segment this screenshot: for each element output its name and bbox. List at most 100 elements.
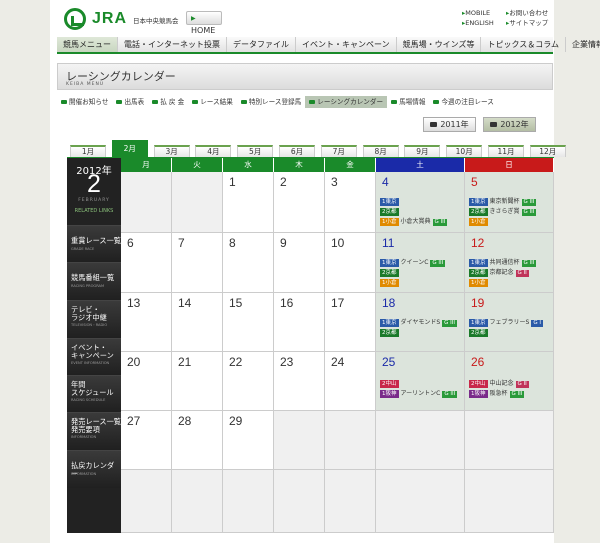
race-name[interactable]: 京都記念 xyxy=(490,269,514,276)
gnav-item-keiba-menu[interactable]: 競馬メニュー xyxy=(57,37,118,52)
util-link-english[interactable]: ▸ENGLISH xyxy=(462,18,494,28)
month-tab-7[interactable]: 7月 xyxy=(320,145,357,157)
race-event[interactable]: 2京都 京都記念 G II xyxy=(469,269,529,277)
gnav-item-racecourse[interactable]: 競馬場・ウインズ等 xyxy=(397,37,482,52)
sidebar-link-0[interactable]: 重賞レース一覧 GRADE RACE xyxy=(67,225,121,262)
calendar-day-cell[interactable]: 6 xyxy=(121,233,172,293)
subnav-item-featured[interactable]: 今週の注目レース xyxy=(429,96,497,108)
race-event[interactable]: 2中山 xyxy=(380,380,401,388)
race-name[interactable]: ダイヤモンドS xyxy=(401,319,441,326)
gnav-item-vote[interactable]: 電話・インターネット投票 xyxy=(118,37,227,52)
race-event[interactable]: 1東京 ダイヤモンドS G III xyxy=(380,319,458,327)
subnav-item-notice[interactable]: 開催お知らせ xyxy=(57,96,112,108)
year-button-2011[interactable]: 2011年 xyxy=(423,117,476,132)
race-event[interactable]: 1東京 東京新聞杯 G III xyxy=(469,198,537,206)
subnav-item-track[interactable]: 馬場情報 xyxy=(387,96,429,108)
calendar-day-cell[interactable]: 7 xyxy=(172,233,223,293)
jra-logo-icon[interactable] xyxy=(64,8,86,30)
race-event[interactable]: 1東京 共同通信杯 G III xyxy=(469,259,537,267)
calendar-day-cell[interactable]: 20 xyxy=(121,352,172,411)
calendar-day-cell[interactable]: 14 xyxy=(172,293,223,352)
race-event[interactable]: 1小倉 xyxy=(469,218,490,226)
month-tab-12[interactable]: 12月 xyxy=(529,145,566,157)
calendar-day-cell[interactable]: 4 1東京 2京都 1小倉 小倉大賞典 G III xyxy=(376,172,465,233)
race-event[interactable]: 2京都 きさらぎ賞 G III xyxy=(469,208,537,216)
calendar-day-cell[interactable]: 22 xyxy=(223,352,274,411)
sidebar-link-5[interactable]: 発売レース一覧 発売要項 INFORMATION xyxy=(67,412,121,450)
calendar-day-cell[interactable]: 5 1東京 東京新聞杯 G III 2京都 きさらぎ賞 G III 1小倉 xyxy=(465,172,554,233)
home-button[interactable]: ▶ HOME xyxy=(186,11,222,35)
race-event[interactable]: 1東京 クイーンC G III xyxy=(380,259,446,267)
gnav-item-event[interactable]: イベント・キャンペーン xyxy=(296,37,397,52)
calendar-day-cell[interactable]: 27 xyxy=(121,411,172,470)
sidebar-link-3[interactable]: イベント・ キャンペーン EVENT INFORMATION xyxy=(67,338,121,375)
race-name[interactable]: 中山記念 xyxy=(490,380,514,387)
year-button-2012[interactable]: 2012年 xyxy=(483,117,536,132)
race-event[interactable]: 1阪神 アーリントンC G III xyxy=(380,390,458,398)
sidebar-link-1[interactable]: 競馬番組一覧 RACING PROGRAM xyxy=(67,262,121,300)
sidebar-link-2[interactable]: テレビ・ ラジオ中継 TELEVISION・RADIO xyxy=(67,300,121,338)
month-tab-6[interactable]: 6月 xyxy=(279,145,315,157)
month-tab-5[interactable]: 5月 xyxy=(237,145,274,157)
month-tab-2[interactable]: 2月 xyxy=(111,140,148,157)
race-name[interactable]: 東京新聞杯 xyxy=(490,198,520,205)
sidebar-link-6[interactable]: 払戻カレンダー INFORMATION xyxy=(67,450,121,488)
race-event[interactable]: 2京都 xyxy=(380,329,401,337)
calendar-day-cell[interactable]: 9 xyxy=(274,233,325,293)
month-tab-11[interactable]: 11月 xyxy=(488,145,524,157)
race-name[interactable]: クイーンC xyxy=(401,259,429,266)
calendar-day-cell[interactable]: 29 xyxy=(223,411,274,470)
calendar-day-cell[interactable]: 25 2中山 1阪神 アーリントンC G III xyxy=(376,352,465,411)
subnav-item-payout[interactable]: 払 戻 金 xyxy=(148,96,188,108)
calendar-day-cell[interactable]: 17 xyxy=(325,293,376,352)
month-tab-10[interactable]: 10月 xyxy=(446,145,483,157)
calendar-day-cell[interactable]: 3 xyxy=(325,172,376,233)
util-link-sitemap[interactable]: ▸サイトマップ xyxy=(506,18,548,28)
race-event[interactable]: 1阪神 阪急杯 G III xyxy=(469,390,525,398)
calendar-day-cell[interactable]: 19 1東京 フェブラリーS G I 2京都 xyxy=(465,293,554,352)
calendar-day-cell[interactable]: 12 1東京 共同通信杯 G III 2京都 京都記念 G II 1小倉 xyxy=(465,233,554,293)
calendar-day-cell[interactable]: 1 xyxy=(223,172,274,233)
race-event[interactable]: 2京都 xyxy=(380,208,401,216)
subnav-item-results[interactable]: レース結果 xyxy=(188,96,237,108)
race-name[interactable]: 共同通信杯 xyxy=(490,259,520,266)
subnav-item-entries[interactable]: 出馬表 xyxy=(112,96,148,108)
race-event[interactable]: 2中山 中山記念 G II xyxy=(469,380,529,388)
race-event[interactable]: 1小倉 xyxy=(469,279,490,287)
calendar-day-cell[interactable]: 28 xyxy=(172,411,223,470)
gnav-item-topics[interactable]: トピックス＆コラム xyxy=(481,37,566,52)
race-name[interactable]: 小倉大賞典 xyxy=(401,218,431,225)
util-link-contact[interactable]: ▸お問い合わせ xyxy=(506,8,548,18)
month-tab-9[interactable]: 9月 xyxy=(404,145,441,157)
calendar-day-cell[interactable]: 21 xyxy=(172,352,223,411)
logo-text[interactable]: JRA xyxy=(92,10,127,28)
subnav-item-calendar[interactable]: レーシングカレンダー xyxy=(305,96,388,108)
calendar-day-cell[interactable]: 2 xyxy=(274,172,325,233)
gnav-item-datafile[interactable]: データファイル xyxy=(227,37,296,52)
gnav-item-company[interactable]: 企業情報 xyxy=(566,37,600,52)
month-tab-3[interactable]: 3月 xyxy=(153,145,190,157)
calendar-day-cell[interactable]: 8 xyxy=(223,233,274,293)
sidebar-link-4[interactable]: 年間 スケジュール RACING SCHEDULE xyxy=(67,375,121,412)
race-name[interactable]: きさらぎ賞 xyxy=(490,208,520,215)
race-name[interactable]: フェブラリーS xyxy=(490,319,530,326)
calendar-day-cell[interactable]: 24 xyxy=(325,352,376,411)
calendar-day-cell[interactable]: 16 xyxy=(274,293,325,352)
race-event[interactable]: 1小倉 小倉大賞典 G III xyxy=(380,218,448,226)
calendar-day-cell[interactable]: 10 xyxy=(325,233,376,293)
month-tab-1[interactable]: 1月 xyxy=(70,145,106,157)
race-event[interactable]: 1東京 xyxy=(380,198,401,206)
subnav-item-special-entries[interactable]: 特別レース登録馬 xyxy=(237,96,305,108)
race-name[interactable]: 阪急杯 xyxy=(490,390,508,397)
calendar-day-cell[interactable]: 18 1東京 ダイヤモンドS G III 2京都 xyxy=(376,293,465,352)
race-event[interactable]: 2京都 xyxy=(469,329,490,337)
month-tab-8[interactable]: 8月 xyxy=(362,145,399,157)
calendar-day-cell[interactable]: 15 xyxy=(223,293,274,352)
calendar-day-cell[interactable]: 13 xyxy=(121,293,172,352)
race-event[interactable]: 2京都 xyxy=(380,269,401,277)
race-name[interactable]: アーリントンC xyxy=(401,390,441,397)
calendar-day-cell[interactable]: 23 xyxy=(274,352,325,411)
month-tab-4[interactable]: 4月 xyxy=(195,145,232,157)
calendar-day-cell[interactable]: 26 2中山 中山記念 G II 1阪神 阪急杯 G III xyxy=(465,352,554,411)
race-event[interactable]: 1小倉 xyxy=(380,279,401,287)
